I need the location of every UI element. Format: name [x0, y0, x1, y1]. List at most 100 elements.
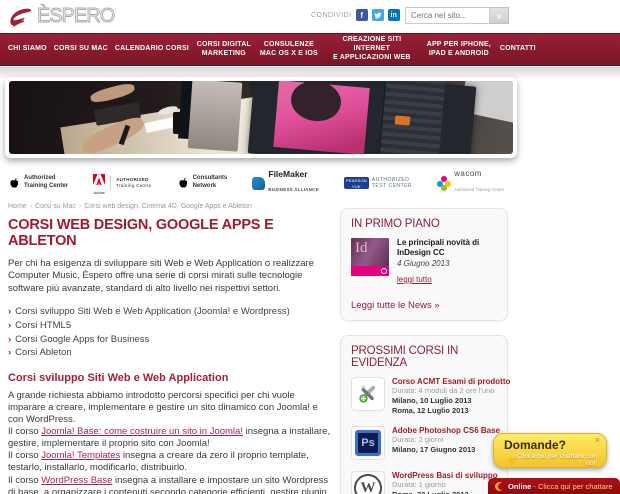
- course-date: Roma, 23 Luglio 2013: [392, 490, 497, 494]
- partner-label: AUTHORIZED TEST CENTER: [371, 176, 413, 190]
- arrow-icon: ›: [8, 347, 12, 359]
- partner-filemaker: FileMaker BUSINESS ALLIANCE: [252, 170, 318, 197]
- course-title[interactable]: WordPress Basi di sviluppo: [392, 471, 498, 480]
- partner-label: Consultants Network: [192, 175, 228, 189]
- chat-bar-text: Online - Clicca qui per chattare: [508, 481, 613, 491]
- hero-hand: [88, 81, 136, 105]
- main-nav: CHI SIAMO CORSI SU MAC CALENDARIO CORSI …: [0, 33, 620, 66]
- divider: [110, 176, 112, 190]
- site-header: ÈSPERO CONDIVIDI f in »: [0, 0, 620, 33]
- course-date: Milano, 17 Giugno 2013: [392, 445, 476, 454]
- search-button[interactable]: »: [490, 7, 509, 24]
- breadcrumb-home[interactable]: Home: [8, 203, 27, 210]
- wacom-icon: [437, 176, 452, 191]
- arrow-icon: ›: [8, 333, 12, 345]
- all-news-link[interactable]: Leggi tutte le News »: [351, 300, 497, 311]
- linkedin-icon[interactable]: in: [387, 9, 400, 21]
- intro-paragraph: Per chi ha esigenza di sviluppare siti W…: [8, 258, 314, 294]
- partner-adobe: Adobe AUTHORIZED Training Centre: [93, 172, 151, 195]
- course-duration: Durata: 4 moduli da 2 ore l'uno: [392, 386, 495, 395]
- breadcrumb: Home › Corsi su Mac › Corsi web design, Cine…: [8, 203, 252, 210]
- news-item: Id Le principali novità di InDesign CC 4…: [351, 238, 497, 287]
- nav-corsi-digital-marketing[interactable]: CORSI DIGITAL MARKETING: [196, 41, 252, 59]
- inline-link[interactable]: Joomla! Base: come costruire un sito in …: [41, 426, 243, 437]
- sidebar: IN PRIMO PIANO Id Le principali novità d…: [340, 208, 510, 494]
- partner-label: Authorized Training Center: [24, 175, 69, 189]
- nav-consulenze-mac[interactable]: CONSULENZE MAC OS X E IOS: [259, 41, 319, 59]
- page: ÈSPERO CONDIVIDI f in » CHI SIAMO CORSI …: [0, 0, 620, 494]
- course-info: WordPress Basi di sviluppo Durata: 1 gio…: [392, 471, 498, 494]
- nav-chi-siamo[interactable]: CHI SIAMO: [8, 45, 47, 54]
- nav-contatti[interactable]: CONTATTI: [500, 45, 536, 54]
- course-row: Ps Adobe Photoshop CS6 Base Durata: 2 gi…: [351, 426, 500, 461]
- quick-link-ableton[interactable]: › Corsi Ableton: [8, 346, 332, 360]
- main-content: Home › Corsi su Mac › Corsi web design, Cine…: [8, 203, 332, 494]
- course-row: W WordPress Basi di sviluppo Durata: 1 g…: [351, 471, 498, 494]
- nav-calendario-corsi[interactable]: CALENDARIO CORSI: [115, 45, 189, 54]
- quick-link-google-apps[interactable]: › Corsi Google Apps for Business: [8, 333, 332, 347]
- course-title[interactable]: Corso ACMT Esami di prodotto: [392, 377, 510, 386]
- adobe-icon: [93, 173, 106, 185]
- news-date: 4 Giugno 2013: [397, 259, 450, 268]
- logo-text: ÈSPERO: [37, 4, 116, 27]
- apple-icon: [179, 177, 187, 188]
- chat-bubble[interactable]: × Domande? Clicca qui per chattare con n…: [493, 433, 607, 468]
- hero-banner: [5, 77, 517, 158]
- quick-link-html5[interactable]: › Corsi HTML5: [8, 319, 332, 333]
- partner-wacom: wacom Authorized Training Centre: [437, 170, 504, 196]
- arrow-icon: ›: [8, 306, 12, 318]
- indesign-cc-icon: Id: [351, 238, 389, 276]
- partner-apple-atc: Authorized Training Center: [8, 175, 68, 191]
- quick-link-sviluppo-siti[interactable]: › Corsi sviluppo Siti Web e Web Applicati…: [8, 305, 332, 319]
- news-box: IN PRIMO PIANO Id Le principali novità d…: [340, 208, 508, 321]
- hero-photo: [9, 81, 513, 154]
- courses-box-title: PROSSIMI CORSI IN EVIDENZA: [351, 345, 459, 369]
- apple-icon: [10, 177, 19, 188]
- photoshop-icon: Ps: [351, 426, 385, 461]
- news-text: Le principali novità di InDesign CC 4 Gi…: [397, 238, 497, 287]
- wordpress-icon: W: [351, 471, 385, 494]
- inline-link[interactable]: WordPress Base: [41, 475, 112, 486]
- share-bar: CONDIVIDI f in: [311, 9, 400, 21]
- espero-logo[interactable]: ÈSPERO: [8, 4, 116, 28]
- espero-logo-icon: [10, 8, 32, 27]
- nav-creazione-siti[interactable]: CREAZIONE SITI INTERNET E APPLICAZIONI W…: [326, 36, 418, 62]
- partner-pearson-vue: PEARSON VUE AUTHORIZED TEST CENTER: [343, 176, 413, 190]
- section-text-sviluppo: A grande richiesta abbiamo introdotto pe…: [8, 390, 331, 494]
- section-heading-sviluppo: Corsi sviluppo Siti Web e Web Applicatio…: [8, 372, 229, 385]
- nav-app-iphone[interactable]: APP PER IPHONE, IPAD E ANDROID: [425, 41, 493, 59]
- news-title: Le principali novità di InDesign CC: [397, 238, 480, 257]
- close-icon[interactable]: ×: [595, 436, 600, 445]
- breadcrumb-corsi-su-mac[interactable]: Corsi su Mac: [35, 203, 76, 210]
- site-search: »: [405, 7, 509, 24]
- tools-icon: [351, 377, 385, 411]
- course-duration: Durata: 2 giorni: [392, 435, 444, 445]
- hero-screen-panels: [378, 81, 446, 154]
- livehelp-icon: [495, 481, 505, 491]
- partner-label: AUTHORIZED Training Centre: [116, 176, 152, 188]
- quick-links: › Corsi sviluppo Siti Web e Web Applicati…: [8, 305, 332, 360]
- course-date: Milano, 10 Luglio 2013: [392, 395, 472, 405]
- pearson-vue-icon: PEARSON VUE: [343, 177, 369, 189]
- course-title[interactable]: Adobe Photoshop CS6 Base: [392, 426, 500, 435]
- breadcrumb-current: Corsi web design, Cinema 4D, Google Apps…: [84, 203, 252, 210]
- leggi-tutto-link[interactable]: leggi tutto: [397, 275, 432, 284]
- nav-corsi-su-mac[interactable]: CORSI SU MAC: [54, 45, 108, 54]
- page-title: CORSI WEB DESIGN, GOOGLE APPS E ABLETON: [8, 217, 274, 249]
- course-info: Adobe Photoshop CS6 Base Durata: 2 giorn…: [392, 426, 500, 460]
- partner-label: wacom Authorized Training Centre: [454, 169, 504, 193]
- twitter-icon[interactable]: [371, 9, 384, 21]
- search-input[interactable]: [405, 7, 490, 24]
- facebook-icon[interactable]: f: [355, 9, 368, 21]
- partner-label: FileMaker BUSINESS ALLIANCE: [268, 168, 319, 193]
- course-info: Corso ACMT Esami di prodotto Durata: 4 m…: [392, 377, 510, 415]
- partner-logos: Authorized Training Center Adobe AUTHORIZ…: [8, 167, 504, 199]
- partner-apple-consultants: Consultants Network: [177, 175, 228, 191]
- chat-status-bar[interactable]: Online - Clicca qui per chattare: [488, 478, 620, 494]
- adobe-cc-icon: [381, 268, 387, 274]
- courses-box: PROSSIMI CORSI IN EVIDENZA Corso ACMT Es…: [340, 335, 510, 494]
- inline-link[interactable]: Joomla! Templates: [41, 450, 120, 461]
- adobe-wordmark: Adobe: [93, 189, 105, 195]
- filemaker-icon: [252, 176, 266, 190]
- share-label: CONDIVIDI: [311, 11, 352, 19]
